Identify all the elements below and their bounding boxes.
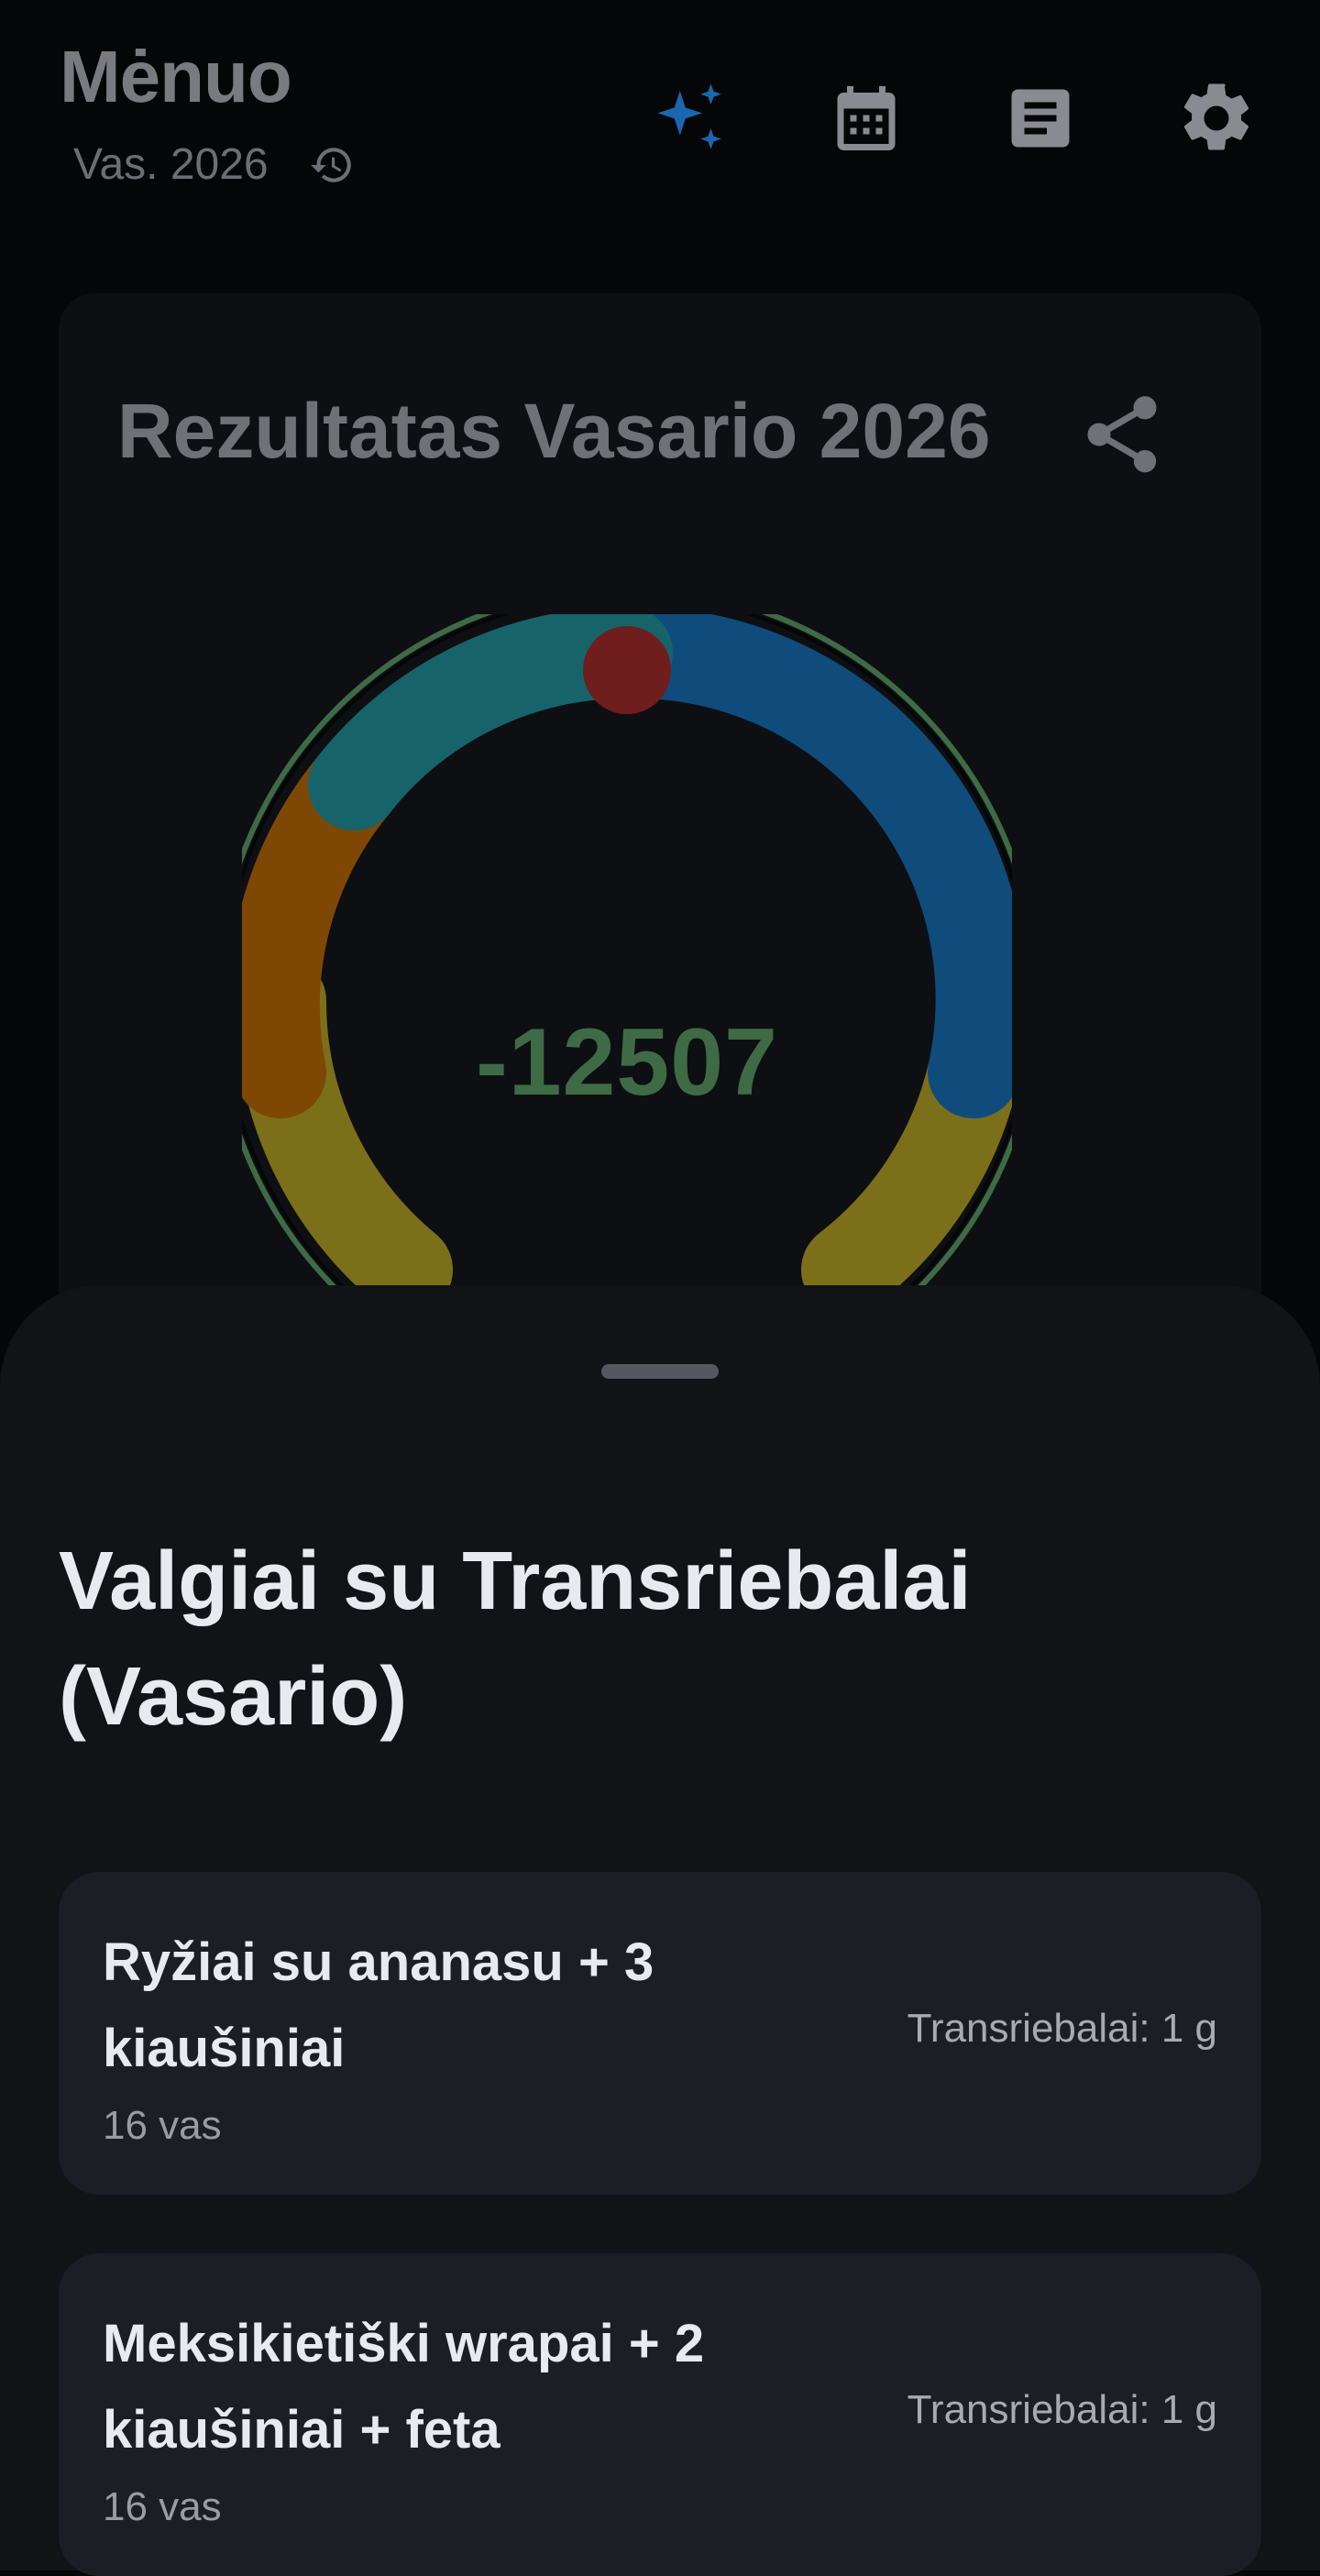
drag-handle[interactable]	[601, 1364, 719, 1379]
result-card: Rezultatas Vasario 2026 -12507	[59, 293, 1261, 1413]
calendar-icon[interactable]	[825, 77, 908, 160]
share-icon[interactable]	[1076, 389, 1168, 480]
meal-trans-fat: Transriebalai: 1 g	[907, 2006, 1217, 2051]
meal-name: Ryžiai su ananasu + 3 kiaušiniai	[103, 1932, 654, 2078]
gauge-marker	[583, 626, 671, 714]
month-label: Vas. 2026	[73, 140, 269, 189]
score-gauge: -12507	[214, 586, 1040, 1413]
meal-name: Meksikietiški wrapai + 2 kiaušiniai + fe…	[103, 2314, 705, 2460]
sparkle-icon[interactable]	[649, 77, 732, 160]
sheet-title: Valgiai su Transriebalai (Vasario)	[59, 1536, 972, 1743]
meal-trans-fat: Transriebalai: 1 g	[907, 2387, 1217, 2432]
settings-icon[interactable]	[1175, 77, 1258, 160]
page-title: Mėnuo	[60, 36, 292, 117]
bottom-sheet: Valgiai su Transriebalai (Vasario) Ryžia…	[0, 1285, 1320, 2576]
document-icon[interactable]	[999, 77, 1082, 160]
month-selector[interactable]: Vas. 2026	[73, 139, 355, 190]
meal-card[interactable]: Ryžiai su ananasu + 3 kiaušiniai 16 vas …	[59, 1872, 1261, 2195]
meal-date: 16 vas	[103, 2484, 222, 2529]
meal-card[interactable]: Meksikietiški wrapai + 2 kiaušiniai + fe…	[59, 2253, 1261, 2576]
history-icon[interactable]	[309, 142, 355, 188]
result-value: -12507	[476, 1009, 778, 1116]
meal-date: 16 vas	[103, 2103, 222, 2148]
result-title: Rezultatas Vasario 2026	[117, 388, 991, 474]
